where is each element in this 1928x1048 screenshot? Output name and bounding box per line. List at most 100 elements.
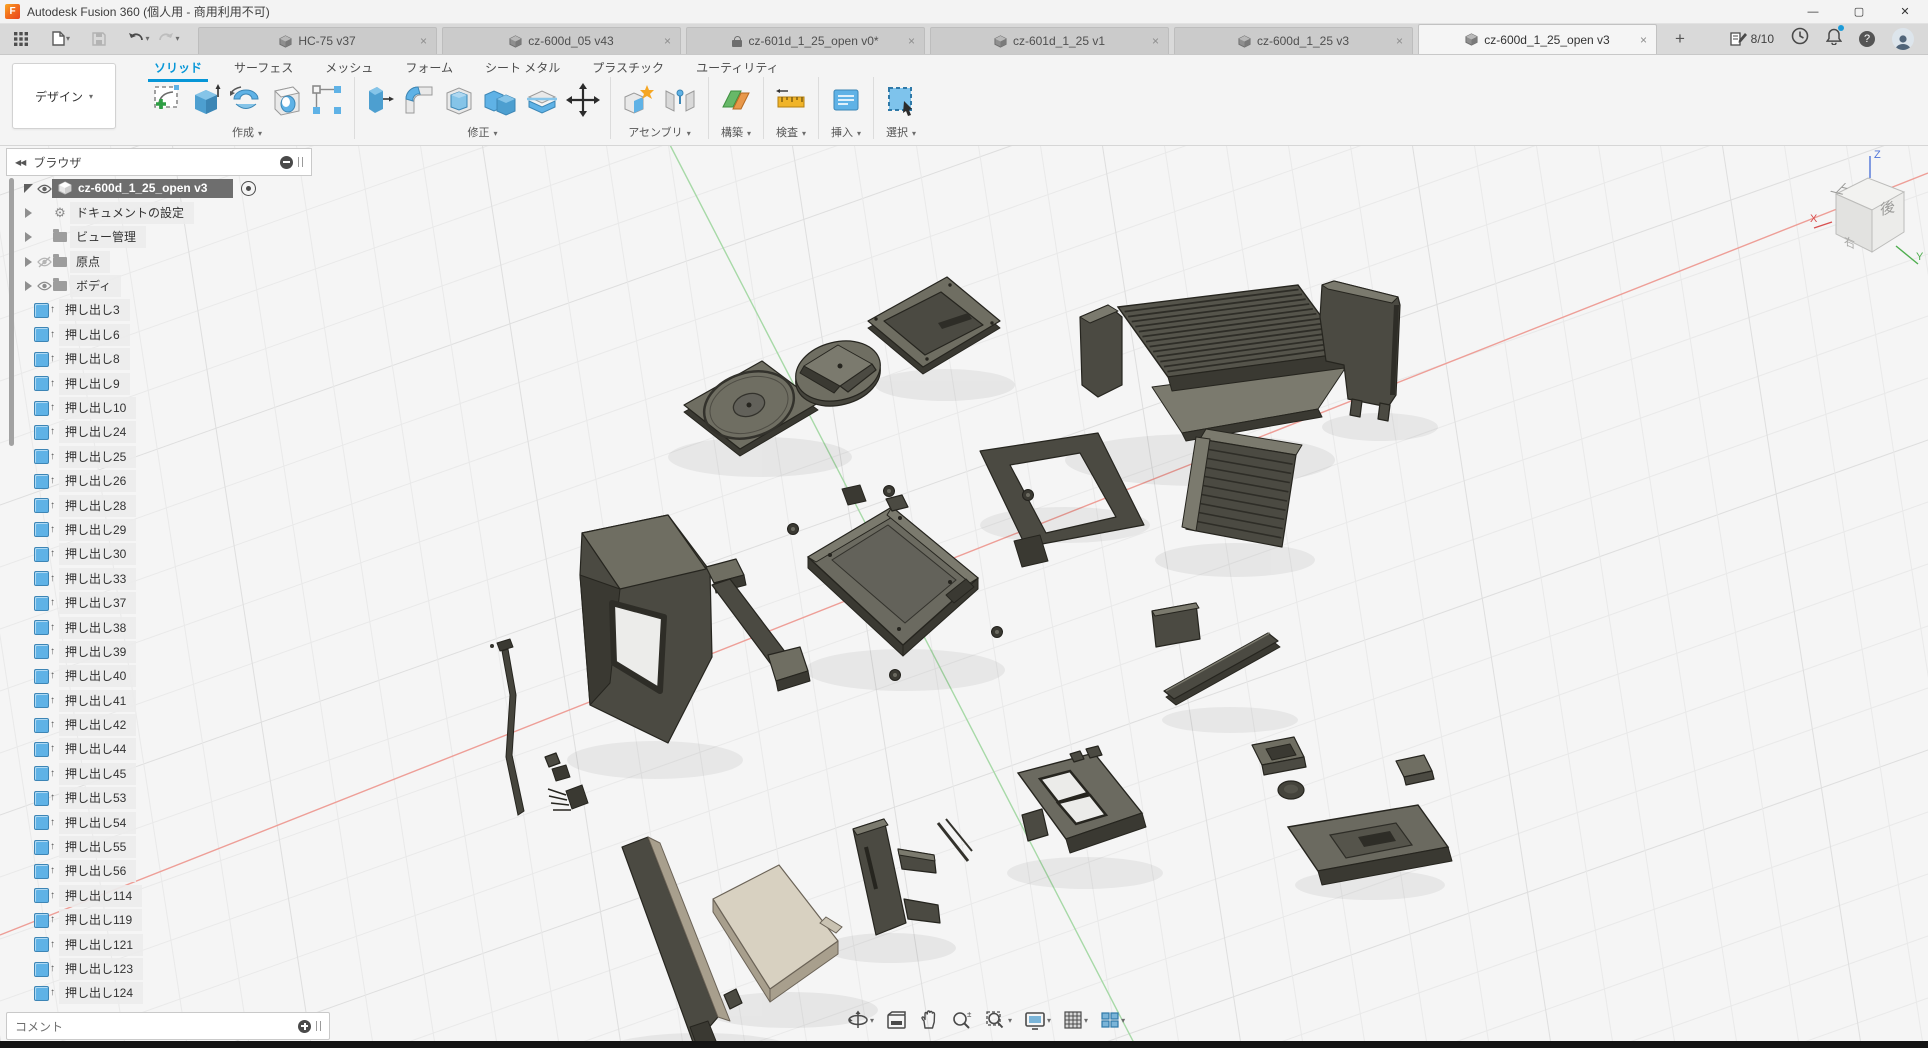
model-part-tray-bracket[interactable] — [1288, 755, 1452, 885]
save-icon[interactable] — [84, 27, 114, 51]
feature-row[interactable]: 押し出し39 — [20, 641, 310, 662]
panel-resize-grip[interactable] — [298, 157, 303, 167]
document-tab[interactable]: cz-601d_1_25_open v0* — [686, 27, 925, 54]
expand-arrow-icon[interactable] — [25, 208, 32, 218]
add-comment-icon[interactable] — [298, 1020, 311, 1033]
tab-close-icon[interactable] — [420, 34, 427, 48]
orbit-icon[interactable] — [845, 1008, 876, 1032]
grid-display-icon[interactable] — [1061, 1008, 1090, 1032]
group-label-inspect[interactable]: 検査 — [776, 124, 806, 141]
job-status-button[interactable]: 8/10 — [1730, 31, 1774, 47]
feature-row[interactable]: 押し出し28 — [20, 495, 310, 516]
group-label-create[interactable]: 作成 — [232, 124, 262, 141]
tab-close-icon[interactable] — [1152, 34, 1159, 48]
tab-close-icon[interactable] — [1396, 34, 1403, 48]
group-label-assembly[interactable]: アセンブリ — [628, 124, 691, 141]
model-part-crt-bezel[interactable] — [580, 515, 712, 743]
feature-row[interactable]: 押し出し54 — [20, 812, 310, 833]
feature-row[interactable]: 押し出し33 — [20, 568, 310, 589]
feature-row[interactable]: 押し出し45 — [20, 763, 310, 784]
help-icon[interactable] — [1859, 31, 1875, 47]
feature-row[interactable]: 押し出し26 — [20, 471, 310, 492]
tab-close-icon[interactable] — [908, 34, 915, 48]
feature-row[interactable]: 押し出し114 — [20, 885, 310, 906]
model-part-side-panel-right[interactable] — [1320, 281, 1400, 421]
feature-row[interactable]: 押し出し53 — [20, 788, 310, 809]
feature-row[interactable]: 押し出し10 — [20, 398, 310, 419]
document-tab[interactable]: cz-600d_1_25 v3 — [1174, 27, 1413, 54]
visibility-eye-icon[interactable] — [36, 256, 52, 268]
viewcube-body[interactable]: 上 右 後 — [1827, 178, 1904, 252]
feature-row[interactable]: 押し出し6 — [20, 324, 310, 345]
feature-row[interactable]: 押し出し41 — [20, 690, 310, 711]
undo-icon[interactable] — [124, 27, 154, 51]
minimize-button[interactable]: — — [1790, 0, 1836, 23]
expand-arrow-icon[interactable] — [25, 232, 32, 242]
move-icon[interactable] — [566, 83, 600, 117]
browser-header[interactable]: ブラウザ — [6, 148, 312, 176]
activate-component-icon[interactable] — [241, 181, 256, 196]
select-icon[interactable] — [884, 83, 918, 117]
document-tab[interactable]: cz-600d_05 v43 — [442, 27, 681, 54]
view-cube[interactable]: Z X Y 上 右 後 — [1808, 148, 1926, 270]
file-menu-icon[interactable] — [46, 27, 76, 51]
tab-close-icon[interactable] — [1640, 33, 1647, 47]
feature-row[interactable]: 押し出し3 — [20, 300, 310, 321]
comment-bar[interactable]: コメント — [6, 1012, 330, 1040]
model-part-long-bar[interactable] — [1164, 633, 1280, 705]
model-part-small-block[interactable] — [1152, 603, 1200, 647]
maximize-button[interactable]: ▢ — [1836, 0, 1882, 23]
app-launcher-icon[interactable] — [6, 27, 36, 51]
group-label-select[interactable]: 選択 — [886, 124, 916, 141]
user-avatar[interactable] — [1892, 28, 1914, 50]
feature-row[interactable]: 押し出し9 — [20, 373, 310, 394]
tab-close-icon[interactable] — [664, 34, 671, 48]
group-label-insert[interactable]: 挿入 — [831, 124, 861, 141]
create-sketch-icon[interactable] — [150, 83, 184, 117]
browser-node-row[interactable]: ⚙ ビュー管理 — [20, 227, 310, 248]
model-part-beige-board[interactable] — [713, 865, 842, 1002]
insert-icon[interactable] — [829, 83, 863, 117]
browser-root-row[interactable]: cz-600d_1_25_open v3 — [20, 178, 310, 199]
expand-arrow-icon[interactable] — [25, 257, 32, 267]
shell-icon[interactable] — [443, 83, 475, 117]
zoom-icon[interactable]: ± — [949, 1008, 975, 1032]
feature-row[interactable]: 押し出し40 — [20, 666, 310, 687]
group-label-modify[interactable]: 修正 — [467, 124, 497, 141]
construction-plane-icon[interactable] — [719, 83, 753, 117]
press-pull-icon[interactable] — [365, 83, 395, 117]
document-tab[interactable]: cz-601d_1_25 v1 — [930, 27, 1169, 54]
document-tab[interactable]: cz-600d_1_25_open v3 — [1418, 24, 1657, 54]
measure-icon[interactable] — [774, 83, 808, 117]
document-tab[interactable]: HC-75 v37 — [198, 27, 437, 54]
notifications-bell-icon[interactable] — [1826, 28, 1842, 50]
viewports-icon[interactable] — [1098, 1009, 1127, 1031]
minimize-panel-icon[interactable] — [280, 156, 293, 169]
browser-node-row[interactable]: ⚙ 原点 — [20, 251, 310, 272]
feature-row[interactable]: 押し出し24 — [20, 422, 310, 443]
look-at-icon[interactable] — [884, 1009, 909, 1032]
feature-row[interactable]: 押し出し121 — [20, 934, 310, 955]
feature-row[interactable]: 押し出し123 — [20, 959, 310, 980]
close-button[interactable]: ✕ — [1882, 0, 1928, 23]
new-tab-button[interactable]: + — [1667, 29, 1693, 49]
pattern-icon[interactable] — [310, 83, 344, 117]
display-settings-icon[interactable] — [1022, 1009, 1053, 1032]
browser-node-row[interactable]: ⚙ ボディ — [20, 276, 310, 297]
workspace-selector[interactable]: デザイン — [12, 63, 116, 129]
model-part-e-bracket[interactable] — [853, 819, 972, 935]
joint-icon[interactable] — [662, 83, 698, 117]
collapse-panel-icon[interactable] — [15, 158, 25, 167]
model-part-handle-bracket[interactable] — [706, 559, 810, 691]
feature-row[interactable]: 押し出し38 — [20, 617, 310, 638]
visibility-eye-icon[interactable] — [36, 281, 52, 291]
fillet-icon[interactable] — [402, 83, 436, 117]
combine-icon[interactable] — [482, 83, 518, 117]
feature-row[interactable]: 押し出し8 — [20, 349, 310, 370]
feature-row[interactable]: 押し出し42 — [20, 715, 310, 736]
split-body-icon[interactable] — [525, 83, 559, 117]
browser-node-row[interactable]: ⚙ ドキュメントの設定 — [20, 202, 310, 223]
visibility-eye-icon[interactable] — [36, 184, 52, 194]
feature-row[interactable]: 押し出し55 — [20, 837, 310, 858]
new-component-icon[interactable] — [621, 83, 655, 117]
